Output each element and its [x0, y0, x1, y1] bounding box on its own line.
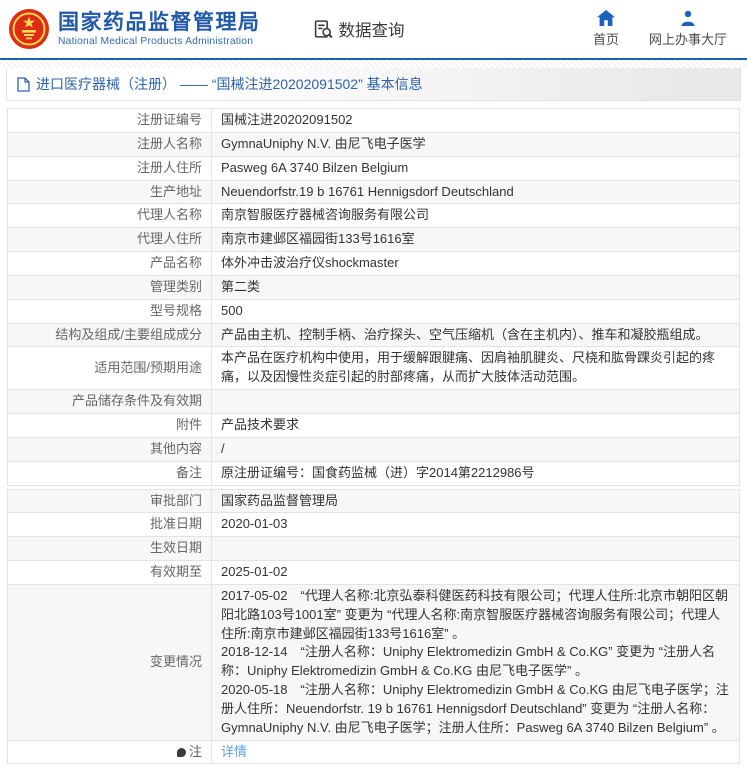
- field-value: 南京智服医疗器械咨询服务有限公司: [212, 204, 740, 228]
- top-nav: 首页 网上办事大厅: [593, 10, 737, 48]
- field-value: 2017-05-02 “代理人名称:北京弘泰科健医药科技有限公司；代理人住所:北…: [212, 584, 740, 740]
- table-row: 适用范围/预期用途本产品在医疗机构中使用，用于缓解跟腱痛、因肩袖肌腱炎、尺桡和肱…: [8, 347, 740, 390]
- field-value: 体外冲击波治疗仪shockmaster: [212, 252, 740, 276]
- table-row: 注册人名称GymnaUniphy N.V. 由尼飞电子医学: [8, 132, 740, 156]
- field-label: 注: [8, 740, 212, 764]
- table-row: 注册证编号国械注进20202091502: [8, 109, 740, 133]
- field-value: 国家药品监督管理局: [212, 489, 740, 513]
- page: 国家药品监督管理局 National Medical Products Admi…: [0, 0, 747, 773]
- field-label: 适用范围/预期用途: [8, 347, 212, 390]
- field-value: 南京市建邺区福园街133号1616室: [212, 228, 740, 252]
- table-row: 产品储存条件及有效期: [8, 390, 740, 414]
- field-label: 型号规格: [8, 299, 212, 323]
- registration-detail: 注册证编号国械注进20202091502注册人名称GymnaUniphy N.V…: [0, 101, 747, 773]
- field-label: 注册人名称: [8, 132, 212, 156]
- nav-service-hall[interactable]: 网上办事大厅: [649, 10, 727, 48]
- table-row: 产品名称体外冲击波治疗仪shockmaster: [8, 252, 740, 276]
- field-label: 注册证编号: [8, 109, 212, 133]
- field-value: [212, 537, 740, 561]
- note-icon: [177, 748, 186, 757]
- approval-info-table: 审批部门国家药品监督管理局批准日期2020-01-03生效日期有效期至2025-…: [7, 489, 740, 765]
- national-emblem-icon: [8, 8, 50, 50]
- table-row: 代理人住所南京市建邺区福园街133号1616室: [8, 228, 740, 252]
- field-label: 产品名称: [8, 252, 212, 276]
- field-value: 产品由主机、控制手柄、治疗探头、空气压缩机（含在主机内）、推车和凝胶瓶组成。: [212, 323, 740, 347]
- field-value: Pasweg 6A 3740 Bilzen Belgium: [212, 156, 740, 180]
- field-label: 注册人住所: [8, 156, 212, 180]
- agency-logo: 国家药品监督管理局 National Medical Products Admi…: [8, 8, 261, 50]
- table-row: 注册人住所Pasweg 6A 3740 Bilzen Belgium: [8, 156, 740, 180]
- table-row: 管理类别第二类: [8, 275, 740, 299]
- decorative-hatch: [0, 60, 747, 68]
- table-row: 结构及组成/主要组成成分产品由主机、控制手柄、治疗探头、空气压缩机（含在主机内）…: [8, 323, 740, 347]
- nav-home-label: 首页: [593, 29, 619, 48]
- table-row: 批准日期2020-01-03: [8, 513, 740, 537]
- basic-info-table: 注册证编号国械注进20202091502注册人名称GymnaUniphy N.V…: [7, 108, 740, 486]
- field-value: 原注册证编号：国食药监械（进）字2014第2212986号: [212, 461, 740, 485]
- field-value: 本产品在医疗机构中使用，用于缓解跟腱痛、因肩袖肌腱炎、尺桡和肱骨踝炎引起的疼痛，…: [212, 347, 740, 390]
- field-label: 生产地址: [8, 180, 212, 204]
- breadcrumb-text: 进口医疗器械（注册） —— “国械注进20202091502” 基本信息: [36, 74, 423, 94]
- nav-service-hall-label: 网上办事大厅: [649, 29, 727, 48]
- field-value: 国械注进20202091502: [212, 109, 740, 133]
- field-label: 审批部门: [8, 489, 212, 513]
- nav-home[interactable]: 首页: [593, 10, 619, 48]
- user-icon: [680, 10, 696, 26]
- field-label: 管理类别: [8, 275, 212, 299]
- detail-link[interactable]: 详情: [221, 744, 247, 759]
- breadcrumb: 进口医疗器械（注册） —— “国械注进20202091502” 基本信息: [6, 68, 741, 101]
- table-row: 其他内容/: [8, 437, 740, 461]
- table-row: 有效期至2025-01-02: [8, 561, 740, 585]
- field-value: 2020-01-03: [212, 513, 740, 537]
- field-label: 有效期至: [8, 561, 212, 585]
- agency-name-block: 国家药品监督管理局 National Medical Products Admi…: [58, 11, 261, 47]
- table-row: 审批部门国家药品监督管理局: [8, 489, 740, 513]
- table-row: 生效日期: [8, 537, 740, 561]
- table-row: 生产地址Neuendorfstr.19 b 16761 Hennigsdorf …: [8, 180, 740, 204]
- field-value: 2025-01-02: [212, 561, 740, 585]
- table-row: 变更情况2017-05-02 “代理人名称:北京弘泰科健医药科技有限公司；代理人…: [8, 584, 740, 740]
- home-icon: [597, 10, 615, 26]
- table-row: 注详情: [8, 740, 740, 764]
- field-value: 产品技术要求: [212, 413, 740, 437]
- data-query-tab[interactable]: 数据查询: [313, 17, 405, 41]
- field-value: [212, 390, 740, 414]
- field-value: Neuendorfstr.19 b 16761 Hennigsdorf Deut…: [212, 180, 740, 204]
- field-label: 结构及组成/主要组成成分: [8, 323, 212, 347]
- field-label: 附件: [8, 413, 212, 437]
- field-value: 500: [212, 299, 740, 323]
- document-search-icon: [313, 19, 334, 40]
- field-label: 其他内容: [8, 437, 212, 461]
- table-row: 代理人名称南京智服医疗器械咨询服务有限公司: [8, 204, 740, 228]
- field-value: GymnaUniphy N.V. 由尼飞电子医学: [212, 132, 740, 156]
- table-row: 型号规格500: [8, 299, 740, 323]
- field-label: 代理人住所: [8, 228, 212, 252]
- field-value: 详情: [212, 740, 740, 764]
- table-row: 附件产品技术要求: [8, 413, 740, 437]
- field-value: 第二类: [212, 275, 740, 299]
- field-label: 代理人名称: [8, 204, 212, 228]
- document-icon: [17, 77, 30, 92]
- data-query-label: 数据查询: [339, 17, 405, 41]
- table-row: 备注原注册证编号：国食药监械（进）字2014第2212986号: [8, 461, 740, 485]
- field-label: 变更情况: [8, 584, 212, 740]
- agency-subtitle: National Medical Products Administration: [58, 36, 261, 47]
- site-header: 国家药品监督管理局 National Medical Products Admi…: [0, 0, 747, 58]
- agency-title: 国家药品监督管理局: [58, 11, 261, 34]
- field-value: /: [212, 437, 740, 461]
- field-label: 批准日期: [8, 513, 212, 537]
- field-label: 产品储存条件及有效期: [8, 390, 212, 414]
- field-label: 生效日期: [8, 537, 212, 561]
- field-label: 备注: [8, 461, 212, 485]
